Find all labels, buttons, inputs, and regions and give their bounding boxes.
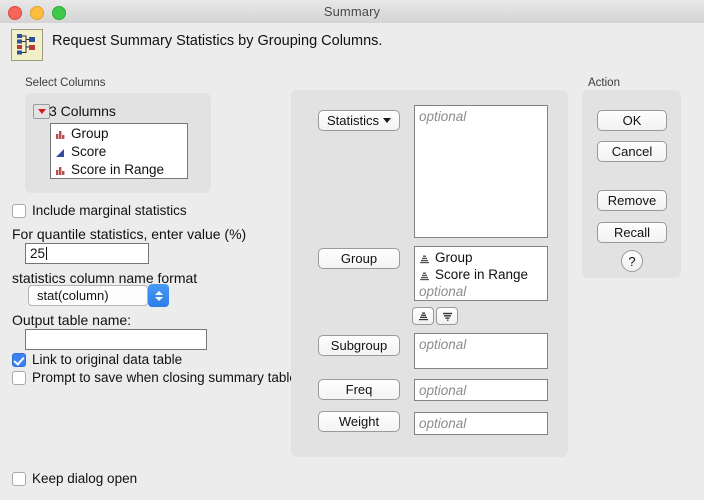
keep-dialog-open-label: Keep dialog open: [32, 471, 138, 486]
column-name: Group: [71, 125, 109, 141]
statistics-dropzone[interactable]: optional: [414, 105, 548, 238]
quantile-label: For quantile statistics, enter value (%): [12, 226, 247, 242]
list-item[interactable]: Score in Range: [51, 160, 187, 178]
freq-placeholder: optional: [419, 383, 467, 398]
output-table-input[interactable]: [25, 329, 207, 350]
subgroup-role-button[interactable]: Subgroup: [318, 335, 400, 356]
quantile-input[interactable]: 25: [25, 243, 149, 264]
subgroup-placeholder: optional: [419, 337, 467, 352]
header-description: Request Summary Statistics by Grouping C…: [52, 33, 383, 49]
include-marginal-label: Include marginal statistics: [32, 203, 187, 218]
list-item[interactable]: Score: [51, 142, 187, 160]
nominal-bars-icon: [55, 164, 66, 175]
grey-nominal-bars-icon: [419, 252, 430, 264]
prompt-save-checkbox[interactable]: [12, 371, 26, 385]
column-name: Score: [71, 143, 107, 159]
nominal-bars-icon: [55, 128, 66, 139]
funnel-icon: [442, 312, 452, 321]
window-controls: [8, 6, 66, 20]
chevron-up-icon: [154, 290, 163, 295]
summary-table-icon: [11, 29, 43, 61]
columns-disclosure-toggle[interactable]: [33, 104, 50, 119]
group-item-name: Score in Range: [435, 267, 529, 282]
chevron-down-icon: [154, 296, 163, 301]
subgroup-role-label: Subgroup: [330, 338, 388, 353]
help-button[interactable]: ?: [621, 250, 643, 272]
name-format-select[interactable]: stat(column): [28, 285, 148, 306]
ok-button[interactable]: OK: [597, 110, 667, 131]
include-marginal-checkbox[interactable]: [12, 204, 26, 218]
red-triangle-down-icon: [37, 109, 46, 114]
recall-button[interactable]: Recall: [597, 222, 667, 243]
sort-pyramid-icon: [418, 312, 428, 320]
statistics-role-label: Statistics: [326, 113, 379, 128]
freq-dropzone[interactable]: optional: [414, 379, 548, 401]
minimize-button[interactable]: [30, 6, 44, 20]
group-role-button[interactable]: Group: [318, 248, 400, 269]
group-role-label: Group: [340, 251, 378, 266]
cancel-button[interactable]: Cancel: [597, 141, 667, 162]
weight-placeholder: optional: [419, 416, 467, 431]
action-group-label: Action: [588, 77, 620, 89]
link-original-label: Link to original data table: [32, 352, 183, 367]
statistics-role-button[interactable]: Statistics: [318, 110, 400, 131]
continuous-triangle-icon: [55, 146, 66, 157]
list-item[interactable]: Group: [419, 249, 543, 266]
name-format-value: stat(column): [37, 288, 109, 303]
remove-button[interactable]: Remove: [597, 190, 667, 211]
keep-dialog-open-checkbox[interactable]: [12, 472, 26, 486]
list-item[interactable]: Score in Range: [419, 266, 543, 283]
name-format-label: statistics column name format: [12, 270, 198, 286]
prompt-save-label: Prompt to save when closing summary tabl…: [32, 370, 304, 385]
name-format-stepper[interactable]: [148, 284, 169, 307]
grey-nominal-bars-icon: [419, 269, 430, 281]
link-original-checkbox[interactable]: [12, 353, 26, 367]
freq-role-button[interactable]: Freq: [318, 379, 400, 400]
statistics-placeholder: optional: [419, 109, 467, 124]
output-table-label: Output table name:: [12, 312, 132, 328]
list-item[interactable]: Group: [51, 124, 187, 142]
group-dropzone[interactable]: Group Score in Range optional: [414, 246, 548, 301]
weight-role-label: Weight: [338, 414, 380, 429]
freq-role-label: Freq: [345, 382, 373, 397]
text-caret: [46, 247, 48, 260]
quantile-value: 25: [30, 246, 46, 261]
weight-dropzone[interactable]: optional: [414, 412, 548, 435]
close-button[interactable]: [8, 6, 22, 20]
group-placeholder: optional: [419, 284, 467, 299]
group-sort-ascending-button[interactable]: [412, 307, 434, 325]
zoom-button[interactable]: [52, 6, 66, 20]
columns-list[interactable]: Group Score Score in Range: [50, 123, 188, 179]
group-filter-button[interactable]: [436, 307, 458, 325]
column-name: Score in Range: [71, 161, 165, 177]
weight-role-button[interactable]: Weight: [318, 411, 400, 432]
columns-count-label: 3 Columns: [49, 103, 116, 119]
chevron-down-icon: [383, 118, 391, 123]
summary-dialog-window: Summary Request Summary Statistics by Gr…: [0, 0, 704, 500]
window-title: Summary: [323, 4, 381, 19]
subgroup-dropzone[interactable]: optional: [414, 333, 548, 369]
group-item-name: Group: [435, 250, 473, 265]
select-columns-group-label: Select Columns: [25, 77, 106, 89]
title-bar: Summary: [0, 0, 704, 24]
